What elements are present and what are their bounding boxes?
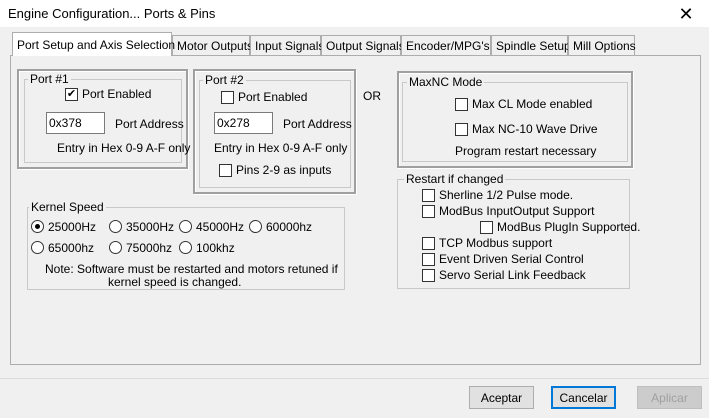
- restart-item-label: ModBus InputOutput Support: [439, 204, 595, 218]
- tab-mill-options[interactable]: Mill Options: [568, 35, 636, 55]
- maxnc-nc10-label: Max NC-10 Wave Drive: [472, 122, 598, 136]
- tab-port-setup[interactable]: Port Setup and Axis Selection: [12, 32, 176, 56]
- kernel-radio-75000[interactable]: [109, 241, 122, 254]
- kernel-option-label: 60000hz: [266, 220, 313, 234]
- restart-item-label: ModBus PlugIn Supported.: [497, 220, 641, 234]
- port2-pins-label: Pins 2-9 as inputs: [236, 163, 332, 177]
- tab-input-signals[interactable]: Input Signals: [250, 35, 325, 55]
- kernel-note-line2: kernel speed is changed.: [108, 275, 242, 289]
- port1-hint: Entry in Hex 0-9 A-F only: [57, 141, 191, 155]
- window-title: Engine Configuration... Ports & Pins: [8, 6, 216, 21]
- maxnc-nc10-checkbox[interactable]: [455, 123, 468, 136]
- close-button[interactable]: ✕: [663, 0, 709, 28]
- kernel-radio-35000[interactable]: [109, 220, 122, 233]
- tab-label: Spindle Setup: [496, 38, 571, 53]
- tab-label: Output Signals: [326, 38, 405, 53]
- kernel-radio-65000[interactable]: [31, 241, 44, 254]
- modbus-io-checkbox[interactable]: [422, 205, 435, 218]
- kernel-option-label: 45000Hz: [196, 220, 245, 234]
- tab-label: Input Signals: [255, 38, 325, 53]
- tab-encoder-mpg[interactable]: Encoder/MPG's: [401, 35, 491, 55]
- bottom-separator: [0, 378, 709, 379]
- port1-enabled-checkbox[interactable]: ✔: [65, 88, 78, 101]
- modbus-plugin-checkbox[interactable]: [480, 221, 493, 234]
- checkmark-icon: ✔: [66, 88, 77, 100]
- kernel-option-label: 75000hz: [126, 241, 173, 255]
- tab-label: Encoder/MPG's: [406, 38, 490, 53]
- port1-address-label: Port Address: [115, 117, 184, 131]
- kernel-radio-100k[interactable]: [179, 241, 192, 254]
- tab-motor-outputs[interactable]: Motor Outputs: [172, 35, 254, 55]
- maxnc-cl-checkbox[interactable]: [455, 98, 468, 111]
- port2-hint: Entry in Hex 0-9 A-F only: [214, 141, 348, 155]
- port2-enabled-label: Port Enabled: [238, 90, 308, 104]
- event-serial-checkbox[interactable]: [422, 253, 435, 266]
- port1-enabled-label: Port Enabled: [82, 87, 152, 101]
- accept-button[interactable]: Aceptar: [469, 386, 534, 409]
- port1-address-input[interactable]: 0x378: [46, 112, 105, 134]
- port1-title: Port #1: [28, 72, 71, 86]
- port2-address-label: Port Address: [283, 117, 352, 131]
- tab-label: Mill Options: [573, 38, 636, 53]
- servo-serial-checkbox[interactable]: [422, 269, 435, 282]
- kernel-title: Kernel Speed: [29, 200, 106, 214]
- sherline-checkbox[interactable]: [422, 189, 435, 202]
- apply-button[interactable]: Aplicar: [637, 386, 702, 409]
- maxnc-title: MaxNC Mode: [407, 75, 485, 89]
- cancel-button[interactable]: Cancelar: [551, 386, 616, 409]
- or-label: OR: [363, 89, 381, 103]
- maxnc-cl-label: Max CL Mode enabled: [472, 97, 593, 111]
- restart-item-label: Servo Serial Link Feedback: [439, 268, 586, 282]
- kernel-radio-45000[interactable]: [179, 220, 192, 233]
- port2-enabled-checkbox[interactable]: [221, 91, 234, 104]
- tab-spindle-setup[interactable]: Spindle Setup: [491, 35, 571, 55]
- kernel-radio-60000[interactable]: [249, 220, 262, 233]
- port2-title: Port #2: [203, 73, 246, 87]
- kernel-option-label: 65000hz: [48, 241, 95, 255]
- maxnc-note: Program restart necessary: [455, 144, 597, 158]
- kernel-option-label: 100khz: [196, 241, 235, 255]
- title-bar: Engine Configuration... Ports & Pins ✕: [0, 0, 709, 28]
- port2-address-input[interactable]: 0x278: [214, 112, 273, 134]
- tab-label: Port Setup and Axis Selection: [17, 37, 176, 52]
- restart-item-label: Event Driven Serial Control: [439, 252, 584, 266]
- restart-title: Restart if changed: [404, 172, 506, 186]
- tcp-modbus-checkbox[interactable]: [422, 237, 435, 250]
- port2-pins-checkbox[interactable]: [219, 164, 232, 177]
- kernel-option-label: 25000Hz: [48, 220, 97, 234]
- tab-label: Motor Outputs: [177, 38, 254, 53]
- radio-dot: [35, 224, 40, 229]
- kernel-radio-25000[interactable]: [31, 220, 44, 233]
- close-icon: ✕: [678, 3, 694, 24]
- tab-output-signals[interactable]: Output Signals: [321, 35, 405, 55]
- restart-item-label: Sherline 1/2 Pulse mode.: [439, 188, 574, 202]
- restart-item-label: TCP Modbus support: [439, 236, 553, 250]
- kernel-note-line1: Note: Software must be restarted and mot…: [45, 262, 338, 276]
- kernel-option-label: 35000Hz: [126, 220, 175, 234]
